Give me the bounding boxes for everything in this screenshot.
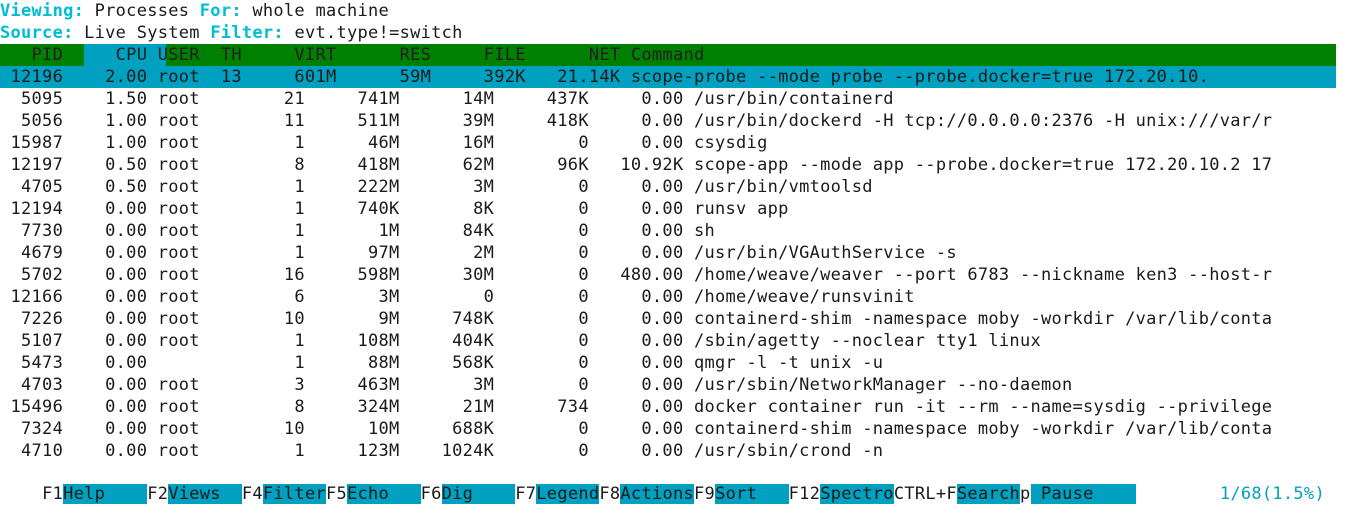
table-row-text: 5702 0.00 root 16 598M 30M 0 480.00 /hom…: [0, 265, 1273, 285]
for-value[interactable]: whole machine: [252, 1, 389, 21]
fkey-f7[interactable]: F7: [515, 484, 537, 504]
table-row-text: 12197 0.50 root 8 418M 62M 96K 10.92K sc…: [0, 155, 1273, 175]
viewing-label: Viewing:: [0, 1, 85, 21]
table-column-header[interactable]: PID CPU USER TH VIRT RES FILE NET Comman…: [0, 44, 1348, 66]
table-row-text: 5095 1.50 root 21 741M 14M 437K 0.00 /us…: [0, 89, 894, 109]
table-row[interactable]: 12196 2.00 root 13 601M 59M 392K 21.14K …: [0, 66, 1348, 88]
filter-value-wrap: evt.type!=switch: [284, 23, 463, 43]
viewing-value[interactable]: Processes: [95, 1, 190, 21]
filter-value[interactable]: evt.type!=switch: [294, 23, 462, 43]
for-value-wrap: whole machine: [242, 1, 389, 21]
fkey-f5[interactable]: F5: [325, 484, 348, 504]
source-value-wrap: Live System: [74, 23, 211, 43]
fkey-label-help[interactable]: Help: [63, 484, 148, 504]
table-row-text: 7730 0.00 root 1 1M 84K 0 0.00 sh: [0, 221, 716, 241]
fkey-label-dig[interactable]: Dig: [441, 484, 516, 504]
fkey-label-spectro[interactable]: Spectro: [820, 484, 894, 504]
row-counter: 1/68(1.5%): [1219, 484, 1325, 504]
table-row[interactable]: 4703 0.00 root 3 463M 3M 0 0.00 /usr/sbi…: [0, 374, 1348, 396]
fkey-label-sort[interactable]: Sort: [715, 484, 789, 504]
table-row-text: 4705 0.50 root 1 222M 3M 0 0.00 /usr/bin…: [0, 177, 873, 197]
table-row[interactable]: 12197 0.50 root 8 418M 62M 96K 10.92K sc…: [0, 154, 1348, 176]
fkey-label-legend[interactable]: Legend: [536, 484, 600, 504]
table-row-text: 7324 0.00 root 10 10M 688K 0 0.00 contai…: [0, 419, 1273, 439]
table-row-text: 4679 0.00 root 1 97M 2M 0 0.00 /usr/bin/…: [0, 243, 957, 263]
viewing-value-wrap: Processes: [84, 1, 200, 21]
fkey-ctrl-f[interactable]: CTRL+F: [893, 484, 957, 504]
table-row[interactable]: 5473 0.00 1 88M 568K 0 0.00 qmgr -l -t u…: [0, 352, 1348, 374]
table-row[interactable]: 4705 0.50 root 1 222M 3M 0 0.00 /usr/bin…: [0, 176, 1348, 198]
filter-label: Filter:: [210, 23, 284, 43]
table-row[interactable]: 7226 0.00 root 10 9M 748K 0 0.00 contain…: [0, 308, 1348, 330]
table-row-text: 5473 0.00 1 88M 568K 0 0.00 qmgr -l -t u…: [0, 353, 884, 373]
source-value[interactable]: Live System: [84, 23, 200, 43]
fkey-f2[interactable]: F2: [147, 484, 169, 504]
fkey-p[interactable]: p: [1020, 484, 1031, 504]
fkey-label-views[interactable]: Views: [168, 484, 242, 504]
fkey-f4[interactable]: F4: [241, 484, 263, 504]
table-row-text: 15496 0.00 root 8 324M 21M 734 0.00 dock…: [0, 397, 1273, 417]
table-row-text: 15987 1.00 root 1 46M 16M 0 0.00 csysdig: [0, 133, 768, 153]
table-row-text: 12166 0.00 root 6 3M 0 0 0.00 /home/weav…: [0, 287, 915, 307]
fkey-f8[interactable]: F8: [599, 484, 621, 504]
fnbar-spacer: [1135, 484, 1220, 504]
process-table-body: 12196 2.00 root 13 601M 59M 392K 21.14K …: [0, 66, 1348, 462]
function-key-bar[interactable]: F1Help F2Views F4FilterF5Echo F6Dig F7Le…: [0, 458, 1348, 504]
table-row-text: 12194 0.00 root 1 740K 8K 0 0.00 runsv a…: [0, 199, 789, 219]
fkey-f12[interactable]: F12: [788, 484, 821, 504]
fkey-label-echo[interactable]: Echo: [347, 484, 421, 504]
table-row-text: 7226 0.00 root 10 9M 748K 0 0.00 contain…: [0, 309, 1273, 329]
csysdig-terminal: Viewing: Processes For: whole machine So…: [0, 0, 1348, 504]
table-row-text: 5056 1.00 root 11 511M 39M 418K 0.00 /us…: [0, 111, 1273, 131]
source-label: Source:: [0, 23, 74, 43]
fkey-label-pause[interactable]: Pause: [1030, 484, 1136, 504]
fkey-f6[interactable]: F6: [420, 484, 442, 504]
table-row[interactable]: 15987 1.00 root 1 46M 16M 0 0.00 csysdig: [0, 132, 1348, 154]
table-row[interactable]: 7730 0.00 root 1 1M 84K 0 0.00 sh: [0, 220, 1348, 242]
table-row[interactable]: 5056 1.00 root 11 511M 39M 418K 0.00 /us…: [0, 110, 1348, 132]
column-header-text: PID CPU USER TH VIRT RES FILE NET Comman…: [0, 45, 705, 65]
table-row[interactable]: 5702 0.00 root 16 598M 30M 0 480.00 /hom…: [0, 264, 1348, 286]
table-row[interactable]: 7324 0.00 root 10 10M 688K 0 0.00 contai…: [0, 418, 1348, 440]
fkey-label-filter[interactable]: Filter: [262, 484, 326, 504]
table-row-text: 4703 0.00 root 3 463M 3M 0 0.00 /usr/sbi…: [0, 375, 1073, 395]
table-row[interactable]: 12166 0.00 root 6 3M 0 0 0.00 /home/weav…: [0, 286, 1348, 308]
table-row[interactable]: 5095 1.50 root 21 741M 14M 437K 0.00 /us…: [0, 88, 1348, 110]
viewing-line: Viewing: Processes For: whole machine: [0, 0, 1348, 22]
table-row[interactable]: 15496 0.00 root 8 324M 21M 734 0.00 dock…: [0, 396, 1348, 418]
table-row[interactable]: 12194 0.00 root 1 740K 8K 0 0.00 runsv a…: [0, 198, 1348, 220]
table-row[interactable]: 5107 0.00 root 1 108M 404K 0 0.00 /sbin/…: [0, 330, 1348, 352]
source-line: Source: Live System Filter: evt.type!=sw…: [0, 22, 1348, 44]
fkey-f9[interactable]: F9: [694, 484, 716, 504]
fkey-label-actions[interactable]: Actions: [620, 484, 695, 504]
table-row[interactable]: 4679 0.00 root 1 97M 2M 0 0.00 /usr/bin/…: [0, 242, 1348, 264]
fkey-label-search[interactable]: Search: [956, 484, 1021, 504]
table-row-text: 5107 0.00 root 1 108M 404K 0 0.00 /sbin/…: [0, 331, 1041, 351]
fkey-f1[interactable]: F1: [42, 484, 64, 504]
for-label: For:: [199, 1, 242, 21]
table-row-text: 12196 2.00 root 13 601M 59M 392K 21.14K …: [0, 67, 1210, 87]
